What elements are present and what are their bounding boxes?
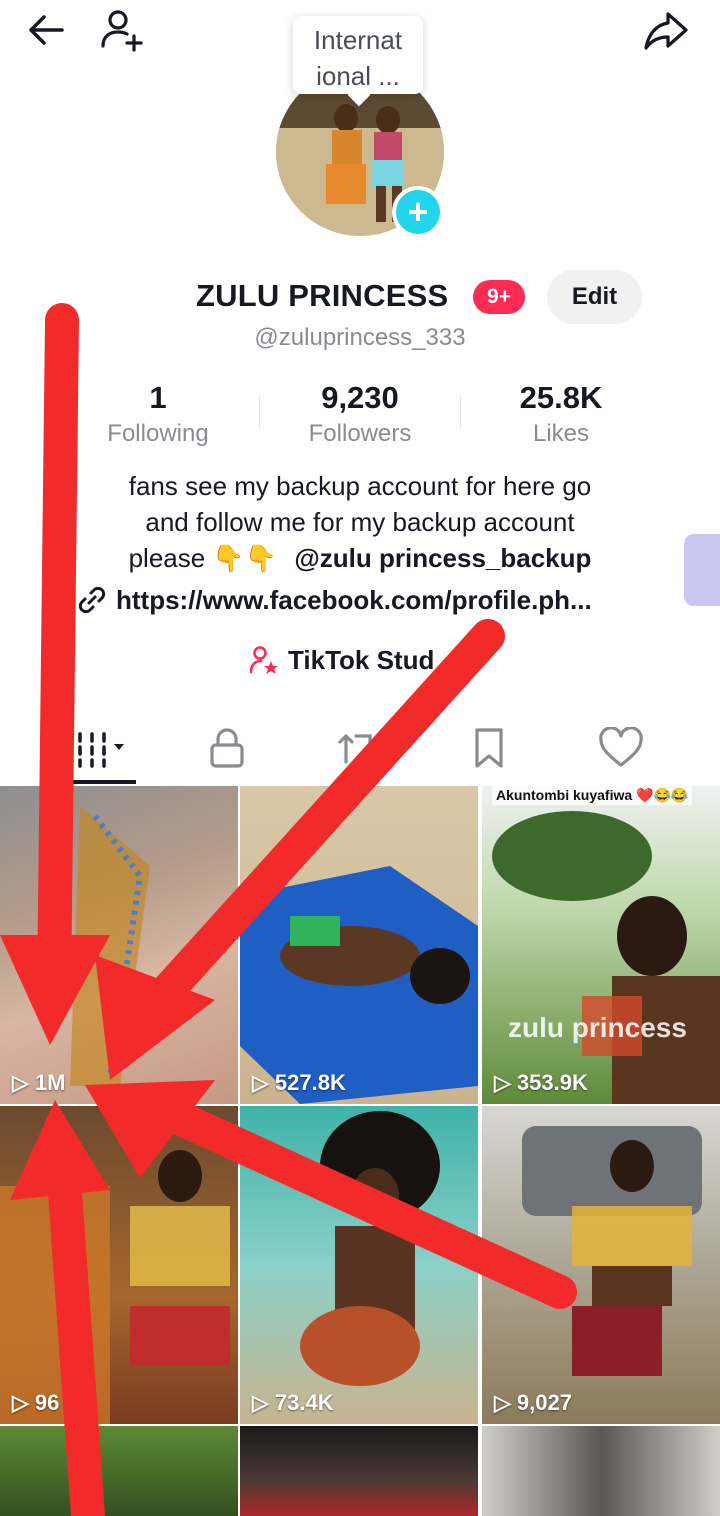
play-icon: ▷ — [494, 1390, 511, 1415]
profile-bio: fans see my backup account for here go a… — [60, 468, 660, 576]
edit-profile-button[interactable]: Edit — [547, 270, 642, 324]
video-tile[interactable]: ▷ 9,027 — [482, 1106, 720, 1424]
video-thumbnail — [300, 1111, 440, 1386]
back-arrow-icon — [29, 15, 64, 45]
bio-website-text: https://www.facebook.com/profile.ph... — [116, 584, 592, 615]
grid-dropdown-icon — [78, 732, 124, 768]
video-tile[interactable]: ▷ 527.8K — [240, 786, 478, 1104]
video-tile[interactable] — [0, 1426, 238, 1516]
active-tab-indicator — [62, 780, 136, 784]
add-user-icon — [101, 10, 143, 52]
video-caption: Akuntombi kuyafiwa ❤️😂😂 — [492, 786, 693, 805]
status-tooltip: Internat ional ... — [293, 16, 423, 94]
link-icon — [78, 586, 106, 614]
profile-handle: @zuluprincess_333 — [254, 324, 466, 351]
bio-line-3-text: please 👇👇 — [128, 543, 278, 573]
tab-saved[interactable] — [417, 714, 561, 782]
view-count: ▷ 73.4K — [252, 1390, 334, 1416]
add-story-button[interactable]: + — [392, 186, 444, 238]
video-tile[interactable]: ▷ 1M — [0, 786, 238, 1104]
stat-likes-label: Likes — [532, 420, 590, 447]
video-tile[interactable] — [482, 1426, 720, 1516]
side-floating-tab[interactable] — [684, 534, 720, 606]
stat-followers[interactable]: 9,230 Followers — [260, 380, 460, 452]
video-overlay-text: zulu princess — [508, 1012, 687, 1043]
video-tile[interactable]: ▷ 96 — [0, 1106, 238, 1424]
plus-icon: + — [407, 191, 429, 232]
video-thumbnail — [0, 1150, 230, 1424]
bookmark-icon — [475, 728, 503, 768]
view-count-text: 527.8K — [274, 1070, 346, 1095]
view-count: ▷ 353.9K — [494, 1070, 588, 1096]
stat-following-value: 1 — [149, 380, 167, 415]
notification-badge[interactable]: 9+ — [473, 280, 525, 314]
share-button[interactable] — [642, 6, 690, 54]
bio-line-2: and follow me for my backup account — [145, 507, 575, 537]
view-count-text: 96 — [34, 1390, 60, 1415]
video-tile[interactable]: Akuntombi kuyafiwa ❤️😂😂 zulu princess ▷ 3… — [482, 786, 720, 1104]
stat-likes-value: 25.8K — [519, 380, 603, 415]
stat-likes[interactable]: 25.8K Likes — [461, 380, 661, 452]
tiktok-studio-button[interactable]: TikTok Stud — [248, 644, 434, 676]
studio-label: TikTok Stud — [288, 644, 435, 675]
view-count-text: 1M — [34, 1070, 66, 1095]
video-thumbnail — [492, 811, 720, 1104]
view-count: ▷ 527.8K — [252, 1070, 346, 1096]
tab-liked[interactable] — [549, 714, 693, 782]
view-count-text: 353.9K — [516, 1070, 588, 1095]
share-arrow-icon — [644, 12, 688, 50]
view-count-text: 9,027 — [516, 1390, 572, 1415]
play-icon: ▷ — [12, 1070, 29, 1095]
tab-videos[interactable] — [30, 714, 174, 782]
lock-icon — [210, 728, 244, 768]
tab-private[interactable] — [155, 714, 299, 782]
stat-followers-label: Followers — [308, 420, 412, 447]
back-button[interactable] — [22, 6, 70, 54]
bio-line-3: please 👇👇 @zulu princess_backup — [60, 540, 660, 576]
repost-icon — [338, 734, 372, 764]
profile-name: ZULU PRINCESS — [196, 278, 449, 313]
stat-following[interactable]: 1 Following — [58, 380, 258, 452]
profile-tab-bar — [0, 714, 720, 786]
view-count: ▷ 96 — [12, 1390, 59, 1416]
play-icon: ▷ — [252, 1390, 269, 1415]
add-friend-button[interactable] — [98, 6, 146, 54]
view-count: ▷ 9,027 — [494, 1390, 572, 1416]
video-thumbnail — [70, 806, 150, 1086]
stat-following-label: Following — [107, 420, 209, 447]
view-count: ▷ 1M — [12, 1070, 65, 1096]
play-icon: ▷ — [252, 1070, 269, 1095]
video-thumbnail — [240, 866, 478, 1104]
video-thumbnail — [522, 1126, 702, 1376]
heart-icon — [599, 727, 643, 767]
view-count-text: 73.4K — [274, 1390, 334, 1415]
tooltip-text: Internat ional ... — [313, 25, 403, 91]
play-icon: ▷ — [12, 1390, 29, 1415]
video-tile[interactable] — [240, 1426, 478, 1516]
bio-website-link[interactable]: https://www.facebook.com/profile.ph... — [76, 584, 592, 616]
play-icon: ▷ — [494, 1070, 511, 1095]
bio-mention-link[interactable]: @zulu princess_backup — [294, 543, 591, 573]
video-tile[interactable]: ▷ 73.4K — [240, 1106, 478, 1424]
stat-followers-value: 9,230 — [321, 380, 399, 415]
tab-reposts[interactable] — [286, 714, 430, 782]
studio-person-star-icon — [249, 646, 278, 674]
bio-line-1: fans see my backup account for here go — [128, 471, 592, 501]
